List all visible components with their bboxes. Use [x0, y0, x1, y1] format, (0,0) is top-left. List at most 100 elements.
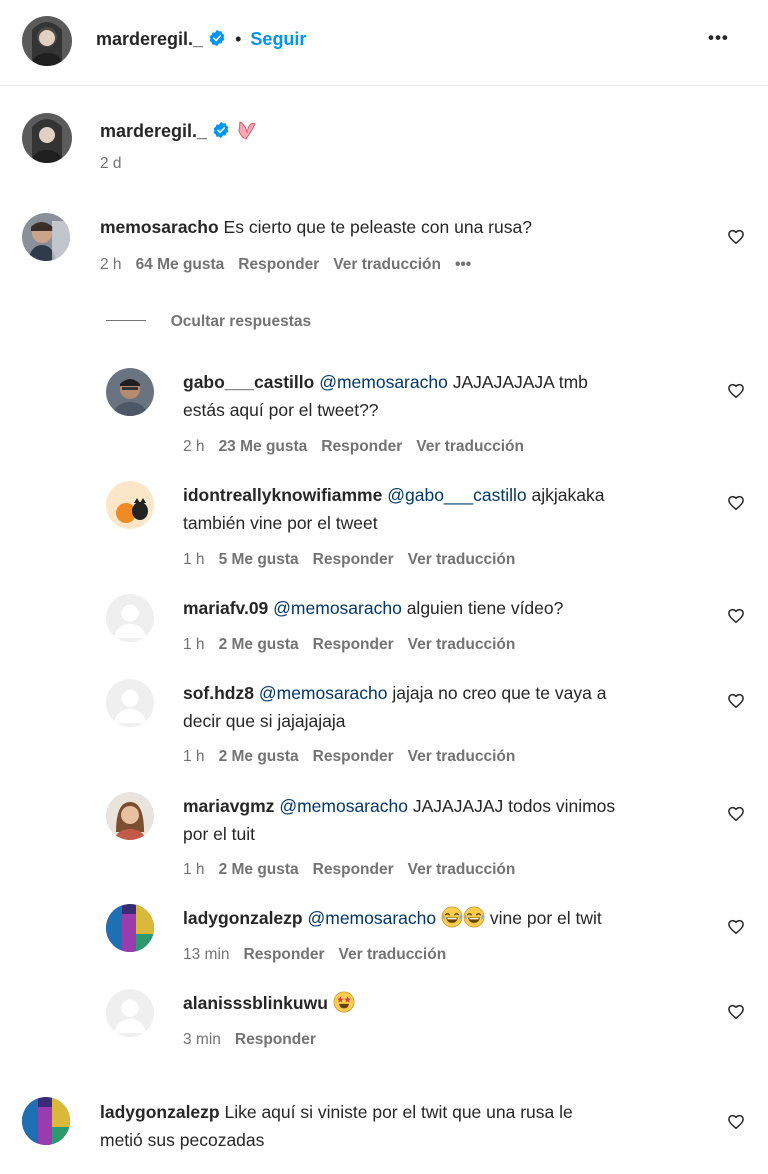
comment-username[interactable]: memosaracho: [100, 217, 219, 237]
follow-button[interactable]: Seguir: [250, 29, 306, 49]
comment-body: Like aquí si viniste por el twit que una…: [224, 1102, 573, 1122]
reply-text: mariavgmz @memosaracho JAJAJAJAJ todos v…: [183, 792, 615, 848]
reply-username[interactable]: mariafv.09: [183, 598, 268, 618]
author-username[interactable]: marderegil._: [96, 29, 203, 49]
reply-button[interactable]: Responder: [238, 256, 319, 273]
reply-mention[interactable]: @memosaracho: [259, 683, 388, 703]
author-avatar[interactable]: [22, 16, 72, 66]
reply-button[interactable]: Responder: [244, 946, 325, 963]
reply-meta: 1 h 2 Me gusta Responder Ver traducción: [183, 748, 529, 766]
reply-body-line2: decir que si jajajajaja: [183, 711, 346, 731]
comment-body: Es cierto que te peleaste con una rusa?: [223, 217, 532, 237]
more-options-icon[interactable]: •••: [708, 28, 729, 48]
reply-avatar[interactable]: [106, 368, 154, 416]
heart-outline-icon[interactable]: [727, 607, 745, 625]
reply-time: 13 min: [183, 946, 230, 963]
reply-body: jajaja no creo que te vaya a: [392, 683, 607, 703]
reply-time: 3 min: [183, 1031, 221, 1048]
heart-outline-icon[interactable]: [727, 1113, 745, 1131]
comment-avatar[interactable]: [22, 1097, 70, 1145]
reply-button[interactable]: Responder: [313, 861, 394, 878]
reply-likes[interactable]: 5 Me gusta: [219, 551, 299, 568]
heart-outline-icon[interactable]: [727, 692, 745, 710]
laughing-emoji-icon: [441, 906, 463, 928]
reply-username[interactable]: mariavgmz: [183, 796, 274, 816]
reply-likes[interactable]: 2 Me gusta: [219, 636, 299, 653]
reply-time: 1 h: [183, 551, 205, 568]
reply-username[interactable]: ladygonzalezp: [183, 908, 303, 928]
reply-time: 2 h: [183, 438, 205, 455]
translate-button[interactable]: Ver traducción: [408, 636, 516, 653]
post-caption: marderegil._: [100, 118, 259, 142]
translate-button[interactable]: Ver traducción: [333, 256, 441, 273]
separator: •: [235, 29, 242, 49]
comment-likes[interactable]: 64 Me gusta: [136, 256, 225, 273]
post-author-avatar[interactable]: [22, 113, 72, 163]
heart-outline-icon[interactable]: [727, 494, 745, 512]
reply-meta: 1 h 2 Me gusta Responder Ver traducción: [183, 861, 529, 879]
reply-meta: 1 h 5 Me gusta Responder Ver traducción: [183, 551, 529, 569]
reply-time: 1 h: [183, 748, 205, 765]
reply-likes[interactable]: 2 Me gusta: [219, 748, 299, 765]
translate-button[interactable]: Ver traducción: [339, 946, 447, 963]
reply-meta: 1 h 2 Me gusta Responder Ver traducción: [183, 636, 529, 654]
reply-username[interactable]: idontreallyknowifiamme: [183, 485, 382, 505]
reply-mention[interactable]: @memosaracho: [273, 598, 402, 618]
reply-username[interactable]: sof.hdz8: [183, 683, 254, 703]
comment-username[interactable]: ladygonzalezp: [100, 1102, 220, 1122]
reply-mention[interactable]: @memosaracho: [279, 796, 408, 816]
post-username[interactable]: marderegil._: [100, 121, 207, 141]
reply-text: ladygonzalezp @memosaracho vine por el t…: [183, 904, 602, 932]
heart-hands-emoji-icon: [238, 121, 256, 140]
reply-username[interactable]: gabo___castillo: [183, 372, 314, 392]
hide-replies-toggle[interactable]: Ocultar respuestas: [106, 311, 311, 331]
comment-text: memosaracho Es cierto que te peleaste co…: [100, 213, 532, 241]
comment-more-icon[interactable]: •••: [455, 256, 471, 273]
post-header: marderegil._ • Seguir •••: [0, 0, 768, 86]
comment-body-line2: metió sus pecozadas: [100, 1130, 265, 1150]
verified-badge-icon: [212, 121, 230, 139]
reply-body: JAJAJAJAJA tmb: [452, 372, 588, 392]
reply-mention[interactable]: @gabo___castillo: [387, 485, 526, 505]
heart-outline-icon[interactable]: [727, 1003, 745, 1021]
translate-button[interactable]: Ver traducción: [416, 438, 524, 455]
heart-outline-icon[interactable]: [727, 382, 745, 400]
default-avatar[interactable]: [106, 989, 154, 1037]
reply-body-line2: también vine por el tweet: [183, 513, 378, 533]
translate-button[interactable]: Ver traducción: [408, 748, 516, 765]
reply-body: JAJAJAJAJ todos vinimos: [412, 796, 616, 816]
reply-button[interactable]: Responder: [313, 636, 394, 653]
reply-button[interactable]: Responder: [321, 438, 402, 455]
heart-outline-icon[interactable]: [727, 918, 745, 936]
reply-meta: 13 min Responder Ver traducción: [183, 946, 460, 964]
reply-body-line2: estás aquí por el tweet??: [183, 400, 379, 420]
star-struck-emoji-icon: [333, 991, 355, 1013]
reply-text: mariafv.09 @memosaracho alguien tiene ví…: [183, 594, 563, 622]
reply-avatar[interactable]: [106, 481, 154, 529]
reply-mention[interactable]: @memosaracho: [319, 372, 448, 392]
reply-likes[interactable]: 2 Me gusta: [219, 861, 299, 878]
reply-time: 1 h: [183, 636, 205, 653]
translate-button[interactable]: Ver traducción: [408, 861, 516, 878]
hide-replies-label: Ocultar respuestas: [170, 313, 312, 330]
divider-line: [106, 320, 146, 321]
reply-button[interactable]: Responder: [313, 748, 394, 765]
comment-avatar[interactable]: [22, 213, 70, 261]
comment-time: 2 h: [100, 256, 122, 273]
default-avatar[interactable]: [106, 594, 154, 642]
verified-badge-icon: [208, 29, 226, 47]
reply-text: alanisssblinkuwu: [183, 989, 355, 1017]
reply-mention[interactable]: @memosaracho: [307, 908, 436, 928]
translate-button[interactable]: Ver traducción: [408, 551, 516, 568]
laughing-emoji-icon: [463, 906, 485, 928]
heart-outline-icon[interactable]: [727, 228, 745, 246]
default-avatar[interactable]: [106, 679, 154, 727]
reply-button[interactable]: Responder: [313, 551, 394, 568]
heart-outline-icon[interactable]: [727, 805, 745, 823]
reply-likes[interactable]: 23 Me gusta: [219, 438, 308, 455]
reply-avatar[interactable]: [106, 904, 154, 952]
reply-username[interactable]: alanisssblinkuwu: [183, 993, 328, 1013]
reply-body: ajkjakaka: [531, 485, 605, 505]
reply-avatar[interactable]: [106, 792, 154, 840]
reply-button[interactable]: Responder: [235, 1031, 316, 1048]
